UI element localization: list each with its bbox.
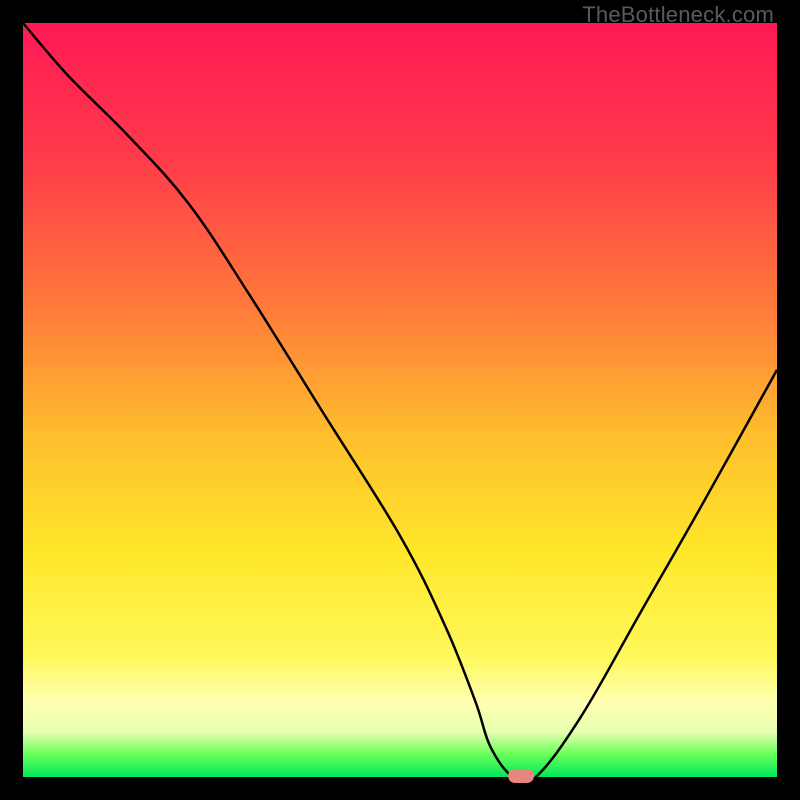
- plot-area: [23, 23, 777, 777]
- chart-frame: TheBottleneck.com: [0, 0, 800, 800]
- curve-path: [23, 23, 777, 777]
- watermark-text: TheBottleneck.com: [582, 2, 774, 28]
- optimal-marker: [508, 769, 534, 783]
- bottleneck-curve: [23, 23, 777, 777]
